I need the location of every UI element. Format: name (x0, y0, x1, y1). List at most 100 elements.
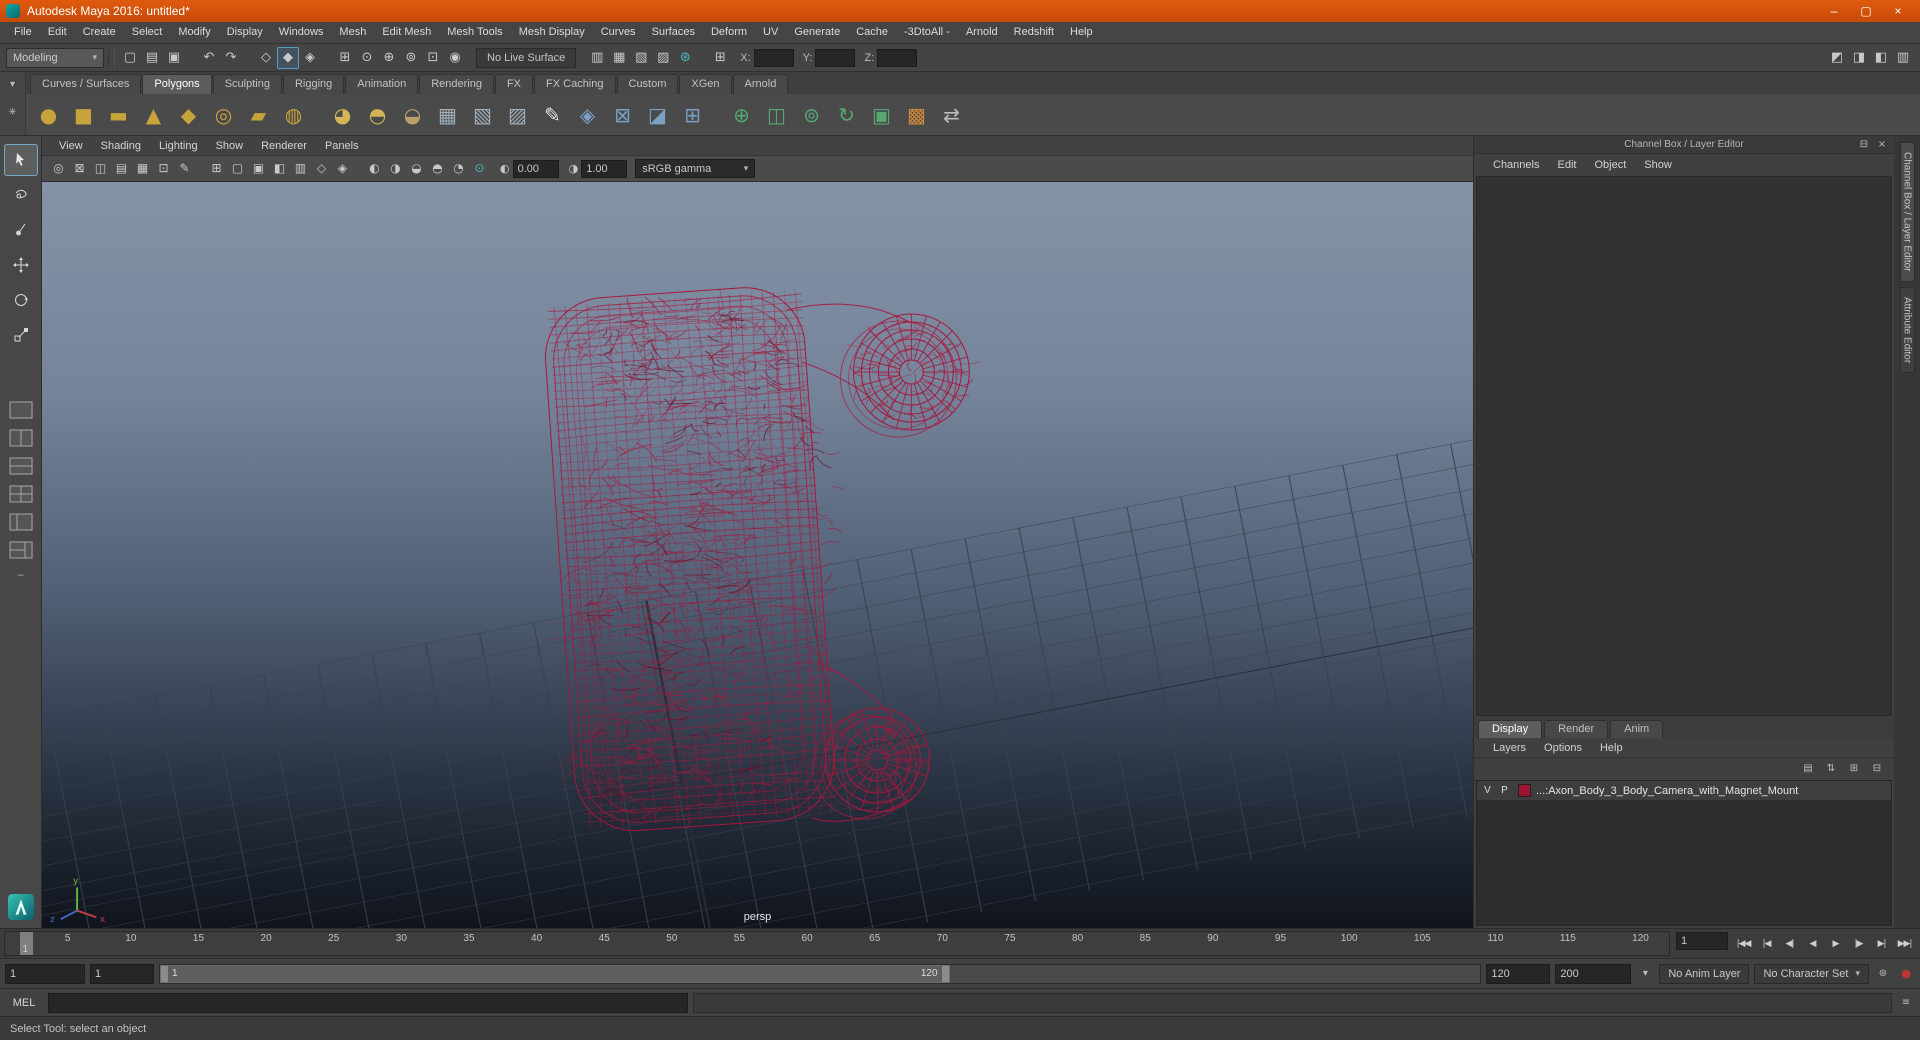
poly-pipe-icon[interactable]: ◍ (277, 98, 310, 131)
toolbox-collapse-button[interactable]: – (17, 569, 23, 581)
all-lights-icon[interactable]: ◑ (385, 158, 406, 179)
scale-tool-button[interactable] (4, 319, 38, 351)
layer-editor-menu-item[interactable]: Layers (1484, 742, 1535, 754)
minimize-button[interactable]: – (1818, 0, 1850, 22)
y-input[interactable] (815, 48, 856, 67)
animation-preferences-button[interactable]: ⊛ (1874, 966, 1892, 982)
panel-menu-item[interactable]: Renderer (252, 140, 316, 152)
sync-layers-icon[interactable]: ⇅ (1822, 761, 1840, 777)
quad-draw-tool-icon[interactable]: ◈ (571, 98, 604, 131)
mirror-geometry-icon[interactable]: ◪ (641, 98, 674, 131)
select-tool-button[interactable] (3, 144, 38, 176)
gate-mask-icon[interactable]: ◧ (269, 158, 290, 179)
current-frame-input[interactable] (1676, 932, 1728, 950)
create-layer-from-selected-icon[interactable]: ⊞ (1845, 761, 1863, 777)
field-chart-icon[interactable]: ▥ (290, 158, 311, 179)
bridge-tool-icon[interactable]: ◫ (760, 98, 793, 131)
move-tool-button[interactable] (4, 249, 38, 281)
range-start-handle[interactable] (161, 965, 168, 982)
select-by-component-icon[interactable]: ◈ (299, 47, 321, 69)
boolean-tool-icon[interactable]: ▣ (865, 98, 898, 131)
close-button[interactable]: × (1882, 0, 1914, 22)
menu-item[interactable]: Windows (271, 22, 332, 43)
symmetry-tool-icon[interactable]: ⇄ (935, 98, 968, 131)
create-empty-layer-icon[interactable]: ⊟ (1868, 761, 1886, 777)
resolution-gate-icon[interactable]: ▣ (248, 158, 269, 179)
menu-item[interactable]: Arnold (958, 22, 1006, 43)
menu-item[interactable]: -3DtoAll - (896, 22, 958, 43)
shelf-tab[interactable]: Rendering (419, 74, 494, 94)
menu-item[interactable]: Curves (593, 22, 644, 43)
menu-item[interactable]: Redshift (1006, 22, 1062, 43)
panel-menu-item[interactable]: Lighting (150, 140, 207, 152)
layout-two-panes-stacked-button[interactable] (6, 453, 36, 478)
connect-tool-icon[interactable]: ⊞ (676, 98, 709, 131)
default-lighting-icon[interactable]: ◐ (364, 158, 385, 179)
layer-editor-menu-item[interactable]: Options (1535, 742, 1591, 754)
rotate-tool-button[interactable] (4, 284, 38, 316)
shelf-tab[interactable]: FX (494, 74, 534, 94)
go-to-end-button[interactable]: ▶▶| (1893, 933, 1916, 955)
channel-box-menu-item[interactable]: Object (1585, 159, 1635, 171)
shelf-tab[interactable]: Sculpting (212, 74, 282, 94)
shadows-icon[interactable]: ◒ (406, 158, 427, 179)
render-current-frame-icon[interactable]: ▨ (652, 47, 674, 69)
toggle-channel-box-icon[interactable]: ▥ (1892, 47, 1914, 69)
layer-visibility-toggle[interactable]: V (1479, 785, 1496, 796)
shelf-tab[interactable]: XGen (679, 74, 732, 94)
snap-to-curve-icon[interactable]: ⊙ (356, 47, 378, 69)
shelf-tab[interactable]: FX Caching (534, 74, 616, 94)
extrude-tool-icon[interactable]: ⊕ (725, 98, 758, 131)
pencil-curve-tool-icon[interactable]: ✎ (536, 98, 569, 131)
safe-action-icon[interactable]: ◇ (311, 158, 332, 179)
close-panel-icon[interactable]: × (1873, 137, 1891, 153)
shelf-tab[interactable]: Arnold (732, 74, 789, 94)
menu-item[interactable]: Display (219, 22, 271, 43)
range-options-arrow[interactable]: ▾ (1636, 966, 1654, 982)
auto-keyframe-button[interactable]: ● (1897, 966, 1915, 982)
play-backwards-button[interactable]: ◀ (1801, 933, 1824, 955)
toggle-tool-settings-icon[interactable]: ◧ (1870, 47, 1892, 69)
lasso-tool-button[interactable] (4, 179, 38, 211)
snap-to-grid-icon[interactable]: ⊞ (334, 47, 356, 69)
character-set-select[interactable]: No Character Set ▾ (1754, 963, 1869, 984)
step-forward-frame-button[interactable]: ▶| (1870, 933, 1893, 955)
lock-camera-icon[interactable]: ⊠ (69, 158, 90, 179)
shelf-tab[interactable]: Curves / Surfaces (30, 74, 142, 94)
layout-four-panes-button[interactable] (6, 481, 36, 506)
bookmarks-icon[interactable]: ▤ (111, 158, 132, 179)
poly-pyramid-icon[interactable]: ◆ (172, 98, 205, 131)
menu-item[interactable]: Edit (40, 22, 75, 43)
layer-editor-tab[interactable]: Anim (1610, 720, 1664, 738)
toggle-modeling-toolkit-icon[interactable]: ◩ (1826, 47, 1848, 69)
poly-cylinder-icon[interactable]: ▬ (102, 98, 135, 131)
menu-item[interactable]: UV (755, 22, 786, 43)
sculpt-tool-icon[interactable]: ◒ (396, 98, 429, 131)
live-surface-indicator[interactable]: No Live Surface (476, 47, 577, 68)
open-render-view-icon[interactable]: ▧ (630, 47, 652, 69)
range-slider[interactable]: 1 120 (159, 963, 1482, 984)
menu-item[interactable]: Mesh (331, 22, 374, 43)
screen-space-ao-icon[interactable]: ◓ (427, 158, 448, 179)
subdiv-proxy-icon[interactable]: ◓ (361, 98, 394, 131)
undo-icon[interactable]: ↶ (198, 47, 220, 69)
channel-list-area[interactable] (1476, 176, 1892, 716)
menu-item[interactable]: Cache (848, 22, 896, 43)
select-by-object-icon[interactable]: ◆ (277, 46, 299, 69)
select-by-hierarchy-icon[interactable]: ◇ (255, 47, 277, 69)
playback-end-input[interactable] (1486, 963, 1551, 984)
script-editor-icon[interactable]: ≡ (1897, 995, 1915, 1011)
menu-item[interactable]: Generate (786, 22, 848, 43)
toggle-attribute-editor-icon[interactable]: ◨ (1848, 47, 1870, 69)
camera-attributes-icon[interactable]: ◫ (90, 158, 111, 179)
channel-box-menu-item[interactable]: Edit (1548, 159, 1585, 171)
poly-torus-icon[interactable]: ◎ (207, 98, 240, 131)
go-to-start-button[interactable]: |◀◀ (1732, 933, 1755, 955)
image-plane-icon[interactable]: ▦ (132, 158, 153, 179)
layer-playback-toggle[interactable]: P (1496, 785, 1513, 796)
snap-to-projected-center-icon[interactable]: ⊚ (400, 47, 422, 69)
grid-display-icon[interactable]: ⊞ (206, 158, 227, 179)
shelf-tab[interactable]: Polygons (142, 74, 212, 94)
layer-row[interactable]: V P ...:Axon_Body_3_Body_Camera_with_Mag… (1477, 781, 1891, 801)
film-gate-icon[interactable]: ▢ (227, 158, 248, 179)
